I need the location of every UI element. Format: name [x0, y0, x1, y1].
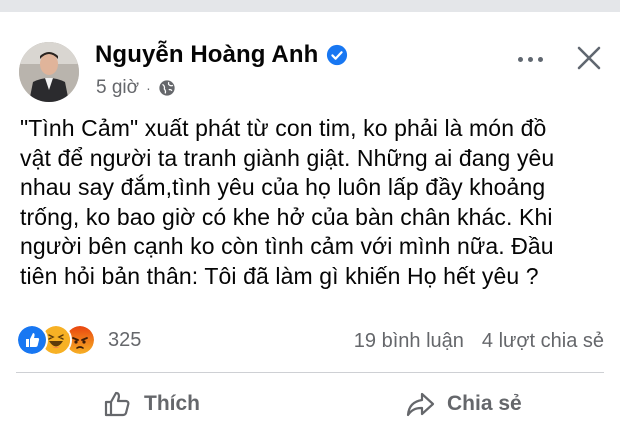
share-label: Chia sẻ	[447, 392, 522, 415]
thumbs-up-icon	[104, 391, 130, 417]
post-line: vật để người ta tranh giành giật. Những …	[20, 144, 555, 171]
globe-icon[interactable]	[158, 79, 176, 97]
comment-count[interactable]: 19 bình luận	[354, 330, 464, 353]
post-stats: 19 bình luận 4 lượt chia sẻ	[354, 330, 604, 353]
more-options-icon[interactable]	[515, 46, 545, 72]
reaction-count: 325	[108, 328, 142, 351]
share-arrow-icon	[406, 392, 435, 417]
post-line: nhau say đắm,tình yêu của họ luôn lấp đầ…	[20, 174, 546, 200]
share-count[interactable]: 4 lượt chia sẻ	[482, 330, 604, 353]
like-button[interactable]: Thích	[102, 382, 200, 426]
reactions-summary[interactable]: 325	[16, 320, 141, 360]
author-avatar[interactable]	[19, 42, 79, 102]
post-card: Nguyễn Hoàng Anh 5 giờ · "Tình Cảm" xuất…	[0, 12, 620, 432]
post-time[interactable]: 5 giờ	[96, 77, 139, 99]
post-body: "Tình Cảm" xuất phát từ con tim, ko phải…	[20, 114, 615, 291]
meta-separator: ·	[146, 80, 151, 96]
post-line: tiên hỏi bản thân: Tôi đã làm gì khiến H…	[20, 262, 539, 289]
like-reaction-icon	[16, 324, 48, 356]
divider	[16, 372, 604, 373]
post-line: "Tình Cảm" xuất phát từ con tim, ko phải…	[20, 115, 547, 141]
post-line: trống, ko bao giờ có khe hở của bàn chân…	[20, 203, 553, 230]
verified-badge-icon	[327, 44, 348, 66]
like-label: Thích	[144, 392, 200, 415]
close-icon[interactable]	[575, 44, 603, 72]
share-button[interactable]: Chia sẻ	[405, 382, 522, 426]
post-line: người bên cạnh ko còn tình cảm với mình …	[20, 233, 554, 259]
author-name[interactable]: Nguyễn Hoàng Anh	[95, 41, 318, 69]
